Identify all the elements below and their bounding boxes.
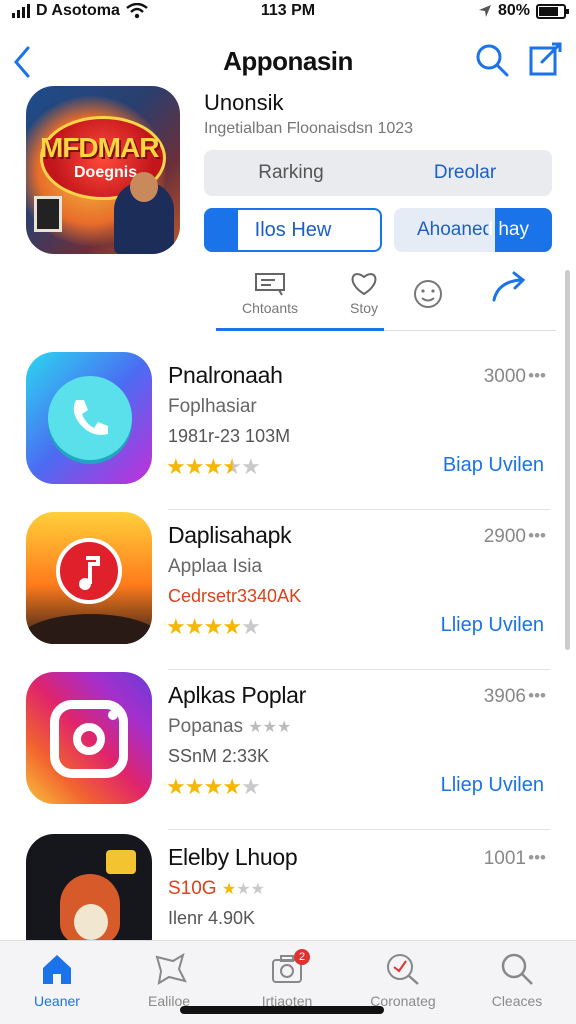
app-price: 3906	[483, 686, 526, 707]
filled-action-label: Ahoaned hay	[417, 219, 529, 240]
bottom-tab-featured[interactable]: Ealiloe	[114, 951, 224, 1009]
home-icon	[43, 955, 71, 984]
chat-box-icon	[255, 273, 285, 296]
star-rating: ★★★★★	[166, 454, 261, 479]
outline-action-button[interactable]: Ilos Hew	[204, 208, 382, 252]
tab-emoji[interactable]	[388, 270, 468, 326]
category-rating-icon: ★★★	[248, 719, 292, 736]
active-tab-indicator	[216, 328, 384, 331]
status-right: 80%	[478, 2, 569, 20]
search-icon	[501, 953, 533, 985]
notification-badge: 2	[294, 949, 310, 965]
bottom-tab-home[interactable]: Ueaner	[2, 951, 112, 1009]
content-tabs: Chtoants Stoy	[216, 270, 556, 332]
location-arrow-icon	[478, 5, 491, 17]
bottom-tab-search[interactable]: Cleaces	[462, 951, 572, 1009]
row-divider	[168, 829, 550, 830]
app-name: Daplisahapk	[168, 522, 292, 548]
app-price: 3000	[483, 366, 526, 387]
star-rating: ★★★★★	[166, 614, 261, 639]
artwork-head	[130, 172, 158, 202]
list-item[interactable]: Pnalronaah Foplhasiar 1981r-23 103M ★★★★…	[0, 352, 576, 510]
nav-bar: Apponasin	[0, 36, 576, 86]
more-options-icon[interactable]: •••	[528, 686, 546, 706]
app-icon-music	[26, 512, 152, 644]
app-action-link[interactable]: Biap Uvilen	[443, 454, 544, 477]
battery-icon	[536, 3, 569, 19]
app-price: 1001	[483, 848, 526, 869]
app-name: Pnalronaah	[168, 362, 283, 388]
icon-tag	[106, 850, 136, 874]
star-shape-icon	[155, 952, 187, 985]
app-icon-phone	[26, 352, 152, 484]
search-button[interactable]	[474, 42, 510, 78]
app-meta: 1981r-23 103M	[168, 426, 291, 446]
app-meta: Ilenr 4.90K	[168, 908, 256, 928]
list-item[interactable]: Aplkas Poplar Popanas ★★★ SSnM 2:33K ★★★…	[0, 672, 576, 830]
bottom-tab-label: Ueaner	[34, 993, 80, 1009]
app-icon-camera	[26, 672, 152, 804]
app-meta: Cedrsetr3340AK	[168, 586, 302, 606]
tab-chat[interactable]: Chtoants	[230, 270, 310, 326]
row-divider	[168, 669, 550, 670]
bottom-tab-categories[interactable]: Coronateg	[348, 951, 458, 1009]
app-category: Foplhasiar	[168, 396, 257, 417]
icon-hill	[26, 614, 152, 644]
icon-bird-belly	[74, 904, 108, 940]
featured-subtitle: Unonsik	[204, 90, 284, 115]
app-name: Elelby Lhuop	[168, 844, 298, 870]
compose-button[interactable]	[528, 40, 564, 78]
app-action-link[interactable]: Lliep Uvilen	[441, 774, 544, 797]
search-globe-icon	[387, 954, 419, 985]
artwork-frame	[34, 196, 62, 232]
list-item[interactable]: Daplisahapk Applaa Isia Cedrsetr3340AK ★…	[0, 512, 576, 670]
filled-action-button[interactable]: Ahoaned hay	[394, 208, 552, 252]
share-icon	[492, 271, 526, 302]
camera-lens	[73, 723, 105, 755]
battery-fill	[539, 6, 558, 16]
artwork-title: MFDMAR	[40, 132, 159, 163]
camera-dot	[108, 710, 118, 720]
category-rating-icon: ★★★	[221, 881, 265, 898]
bottom-tab-label: Cleaces	[491, 993, 543, 1009]
app-category-text: S10G	[168, 878, 217, 899]
segmented-control: Rarking Dreolar	[204, 150, 552, 196]
more-options-icon[interactable]: •••	[528, 526, 546, 546]
tab-share[interactable]	[470, 270, 550, 326]
search-icon	[476, 44, 509, 77]
tab-chat-label: Chtoants	[241, 300, 299, 316]
compose-icon	[529, 42, 562, 76]
featured-app-artwork[interactable]: MFDMAR Doegnis	[26, 86, 180, 254]
segment-popular[interactable]: Dreolar	[378, 150, 552, 196]
app-category: S10G ★★★	[168, 878, 265, 900]
home-indicator[interactable]	[180, 1006, 384, 1014]
app-action-link[interactable]: Lliep Uvilen	[441, 614, 544, 637]
app-price: 2900	[483, 526, 526, 547]
heart-icon	[351, 273, 377, 296]
app-name: Aplkas Poplar	[168, 682, 307, 708]
artwork-subtitle: Doegnis	[74, 164, 138, 181]
row-divider	[168, 509, 550, 510]
app-category-text: Popanas	[168, 716, 244, 737]
bottom-tab-updates[interactable]: 2 Irtiaoten	[232, 949, 342, 1009]
phone-icon	[73, 400, 108, 435]
app-category: Popanas ★★★	[168, 716, 291, 738]
more-options-icon[interactable]: •••	[528, 848, 546, 868]
featured-description: Ingetialban Floonaisdsn 1023	[204, 120, 414, 137]
segment-ranking[interactable]: Rarking	[204, 150, 378, 196]
status-bar: D Asotoma 113 PM 80%	[0, 0, 576, 26]
star-rating: ★★★★★	[166, 774, 261, 799]
app-category: Applaa Isia	[168, 556, 263, 577]
battery-percent: 80%	[497, 2, 530, 19]
app-meta: SSnM 2:33K	[168, 746, 270, 766]
music-note-icon	[79, 556, 100, 590]
more-options-icon[interactable]: •••	[528, 366, 546, 386]
smile-icon	[414, 280, 442, 308]
